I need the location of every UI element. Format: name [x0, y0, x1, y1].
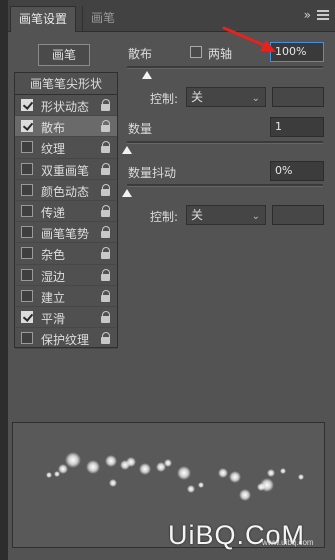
- scatter-slider-track[interactable]: [127, 66, 323, 69]
- option-checkbox[interactable]: [21, 204, 33, 217]
- count-jitter-label: 数量抖动: [128, 166, 177, 180]
- option-checkbox[interactable]: [21, 183, 33, 196]
- brush-presets-button[interactable]: 画笔: [38, 44, 90, 66]
- option-item[interactable]: 散布: [15, 116, 117, 138]
- panel-tabbar: 画笔设置 画笔 »: [8, 0, 335, 32]
- option-checkbox[interactable]: [21, 247, 33, 260]
- count-slider-thumb[interactable]: [122, 146, 132, 154]
- tab-brush-settings[interactable]: 画笔设置: [10, 6, 77, 32]
- control-select-1-value: 关: [191, 90, 204, 104]
- control-extra-field-2: [272, 205, 324, 225]
- option-label: 湿边: [41, 269, 66, 284]
- annotation-arrow-icon: [222, 26, 276, 52]
- control-label-2: 控制:: [150, 210, 179, 224]
- canvas-edge: [0, 0, 8, 560]
- option-item[interactable]: 纹理: [15, 137, 117, 159]
- lock-icon[interactable]: [101, 247, 111, 260]
- option-item[interactable]: 双重画笔: [15, 159, 117, 180]
- scatter-slider-thumb[interactable]: [141, 71, 152, 79]
- brush-settings-panel: 画笔设置 画笔 » 画笔 画笔笔尖形状 形状动态 散布 纹理 双重画笔 颜色动态 传递 画笔…: [0, 0, 335, 560]
- control-select-2-value: 关: [191, 208, 204, 222]
- option-checkbox[interactable]: [21, 99, 33, 111]
- option-item[interactable]: 湿边: [15, 265, 117, 286]
- option-item[interactable]: 形状动态: [15, 95, 117, 117]
- control-select-2[interactable]: 关 ⌄: [186, 205, 266, 225]
- control-label-1: 控制:: [150, 92, 179, 106]
- option-checkbox[interactable]: [21, 141, 33, 154]
- control-extra-field-1: [272, 87, 324, 107]
- lock-icon[interactable]: [101, 268, 111, 281]
- brush-tip-shape-item[interactable]: 画笔笔尖形状: [15, 73, 117, 95]
- option-item[interactable]: 颜色动态: [15, 180, 117, 201]
- collapse-panel-icon[interactable]: »: [304, 8, 311, 22]
- lock-icon[interactable]: [101, 162, 111, 175]
- lock-icon[interactable]: [101, 310, 111, 323]
- option-checkbox[interactable]: [21, 226, 33, 239]
- option-checkbox[interactable]: [21, 289, 33, 302]
- lock-icon[interactable]: [101, 120, 111, 133]
- tab-brushes[interactable]: 画笔: [82, 6, 123, 32]
- option-label: 平滑: [41, 311, 66, 326]
- option-label: 保护纹理: [41, 333, 90, 348]
- option-checkbox[interactable]: [21, 268, 33, 281]
- option-label: 颜色动态: [41, 184, 90, 199]
- count-value-input[interactable]: 1: [270, 117, 324, 137]
- option-label: 杂色: [41, 248, 66, 263]
- lock-icon[interactable]: [101, 226, 111, 239]
- lock-icon[interactable]: [101, 289, 111, 302]
- option-label: 双重画笔: [41, 163, 90, 178]
- option-label: 传递: [41, 205, 66, 220]
- panel-menu-icon[interactable]: [317, 10, 329, 22]
- control-select-1[interactable]: 关 ⌄: [186, 87, 266, 107]
- option-item[interactable]: 传递: [15, 201, 117, 223]
- option-checkbox[interactable]: [21, 162, 33, 175]
- option-label: 纹理: [41, 142, 66, 157]
- lock-icon[interactable]: [101, 99, 111, 111]
- option-item[interactable]: 杂色: [15, 243, 117, 265]
- both-axes-checkbox[interactable]: [190, 46, 202, 58]
- brush-options-list: 画笔笔尖形状 形状动态散布纹理双重画笔颜色动态传递画笔笔势杂色湿边建立平滑保护纹…: [14, 72, 118, 350]
- option-label: 建立: [41, 290, 66, 305]
- option-label: 形状动态: [41, 100, 90, 114]
- option-item[interactable]: 平滑: [15, 307, 117, 329]
- count-jitter-slider-thumb[interactable]: [122, 189, 132, 197]
- count-slider-track[interactable]: [127, 141, 323, 144]
- count-label: 数量: [128, 122, 153, 136]
- lock-icon[interactable]: [101, 141, 111, 154]
- option-label: 散布: [41, 121, 66, 136]
- lock-icon[interactable]: [101, 183, 111, 196]
- option-checkbox[interactable]: [21, 120, 33, 133]
- option-item[interactable]: 画笔笔势: [15, 222, 117, 244]
- lock-icon[interactable]: [101, 332, 111, 345]
- count-jitter-slider-track[interactable]: [127, 184, 323, 187]
- option-checkbox[interactable]: [21, 332, 33, 345]
- lock-icon[interactable]: [101, 204, 111, 217]
- count-jitter-value-input[interactable]: 0%: [270, 161, 324, 181]
- chevron-down-icon: ⌄: [251, 93, 260, 104]
- chevron-down-icon: ⌄: [251, 211, 260, 222]
- option-item[interactable]: 建立: [15, 286, 117, 307]
- scatter-label: 散布: [128, 47, 153, 61]
- option-checkbox[interactable]: [21, 310, 33, 323]
- option-item[interactable]: 保护纹理: [15, 328, 117, 350]
- option-label: 画笔笔势: [41, 227, 90, 242]
- watermark-url: www.uibq.com: [262, 538, 314, 547]
